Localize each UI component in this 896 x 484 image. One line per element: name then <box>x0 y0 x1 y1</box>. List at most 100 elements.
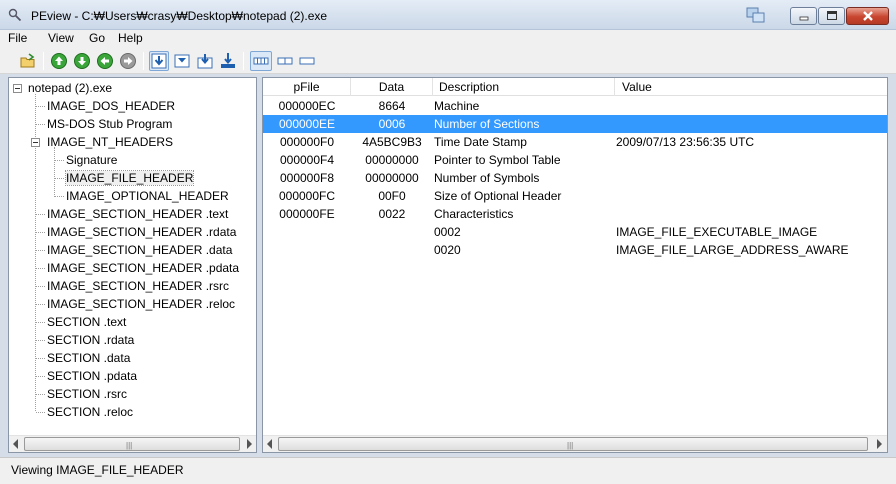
table-row[interactable]: 000000F4 00000000 Pointer to Symbol Table <box>263 151 887 169</box>
menu-go[interactable]: Go <box>89 31 105 45</box>
cell-description: Time Date Stamp <box>434 135 527 149</box>
table-row[interactable]: 000000FE 0022 Characteristics <box>263 205 887 223</box>
table-row[interactable]: 000000FC 00F0 Size of Optional Header <box>263 187 887 205</box>
cell-description: Characteristics <box>434 207 514 221</box>
word-view-button[interactable] <box>276 52 294 70</box>
cell-data: 0006 <box>378 117 406 131</box>
column-header-data[interactable]: Data <box>351 78 433 96</box>
cell-data: 0022 <box>378 207 406 221</box>
tree-scroll-thumb[interactable]: ||| <box>24 437 240 451</box>
menu-file[interactable]: File <box>8 31 27 45</box>
tree-item[interactable]: SECTION .pdata <box>47 367 137 385</box>
table-row[interactable]: 000000EC 8664 Machine <box>263 97 887 115</box>
close-icon <box>862 11 873 21</box>
cell-value: IMAGE_FILE_LARGE_ADDRESS_AWARE <box>616 243 849 257</box>
view-down-button[interactable] <box>149 51 169 71</box>
tree-item[interactable]: IMAGE_SECTION_HEADER .reloc <box>47 295 235 313</box>
open-button[interactable] <box>19 52 37 70</box>
tree-item[interactable]: IMAGE_FILE_HEADER <box>64 169 195 187</box>
minimize-button[interactable] <box>790 7 817 25</box>
cell-description: 0002 <box>434 225 461 239</box>
window-title: PEview - C:₩Users₩crasy₩Desktop₩notepad … <box>31 9 328 23</box>
tree-pane[interactable]: notepad (2).exe IMAGE_DOS_HEADER MS-DOS S… <box>8 77 257 453</box>
column-header-description[interactable]: Description <box>433 78 615 96</box>
tree-item[interactable]: IMAGE_SECTION_HEADER .data <box>47 241 232 259</box>
menu-view[interactable]: View <box>48 31 74 45</box>
detail-pane[interactable]: pFile Data Description Value 000000EC 866… <box>262 77 888 453</box>
menu-help[interactable]: Help <box>118 31 143 45</box>
view-next-button[interactable] <box>173 52 191 70</box>
detail-scroll-thumb[interactable]: ||| <box>278 437 868 451</box>
view-prev-button[interactable] <box>196 52 214 70</box>
scroll-left-icon[interactable] <box>267 439 272 449</box>
tree-item[interactable]: SECTION .rdata <box>47 331 134 349</box>
cell-pfile: 000000F8 <box>279 171 335 185</box>
view-bottom-button[interactable] <box>219 52 237 70</box>
tree-item[interactable]: IMAGE_SECTION_HEADER .rdata <box>47 223 236 241</box>
tree-item[interactable]: SECTION .text <box>47 313 126 331</box>
table-row[interactable]: 000000F8 00000000 Number of Symbols <box>263 169 887 187</box>
cell-data: 00000000 <box>365 153 419 167</box>
view-next-icon <box>174 54 190 68</box>
back-button[interactable] <box>96 52 114 70</box>
tree-item[interactable]: SECTION .reloc <box>47 403 133 421</box>
maximize-button[interactable] <box>818 7 845 25</box>
down-button[interactable] <box>73 52 91 70</box>
tree-item[interactable]: IMAGE_SECTION_HEADER .rsrc <box>47 277 229 295</box>
tree-item-label: IMAGE_SECTION_HEADER .data <box>47 243 233 257</box>
detail-hscrollbar[interactable]: ||| <box>263 435 887 452</box>
tree-item[interactable]: IMAGE_SECTION_HEADER .pdata <box>47 259 239 277</box>
table-row[interactable]: 0002 IMAGE_FILE_EXECUTABLE_IMAGE <box>263 223 887 241</box>
tree-item[interactable]: SECTION .data <box>47 349 130 367</box>
table-row[interactable]: 0020 IMAGE_FILE_LARGE_ADDRESS_AWARE <box>263 241 887 259</box>
tree-item-label: SECTION .rsrc <box>47 387 127 401</box>
cell-pfile: 000000FE <box>279 207 335 221</box>
scroll-right-icon[interactable] <box>247 439 252 449</box>
forward-button[interactable] <box>119 52 137 70</box>
up-button[interactable] <box>50 52 68 70</box>
tree-root[interactable]: notepad (2).exe <box>28 79 112 97</box>
maximize-icon <box>826 11 837 20</box>
table-row[interactable]: 000000EE 0006 Number of Sections <box>263 115 887 133</box>
tree-item[interactable]: IMAGE_DOS_HEADER <box>47 97 175 115</box>
tree-item[interactable]: MS-DOS Stub Program <box>47 115 172 133</box>
cell-data: 00000000 <box>365 171 419 185</box>
tree-item-label: MS-DOS Stub Program <box>47 117 173 131</box>
status-bar: Viewing IMAGE_FILE_HEADER <box>0 457 896 484</box>
tree-item-label: IMAGE_OPTIONAL_HEADER <box>66 189 229 203</box>
column-header-pfile[interactable]: pFile <box>263 78 351 96</box>
tree-item-label: SECTION .data <box>47 351 131 365</box>
tree-item[interactable]: IMAGE_NT_HEADERS <box>47 133 173 151</box>
tree-item-label: IMAGE_SECTION_HEADER .pdata <box>47 261 240 275</box>
cell-description: Number of Sections <box>434 117 540 131</box>
tree-item-label: SECTION .pdata <box>47 369 138 383</box>
window-layout-icon[interactable] <box>744 5 768 25</box>
scroll-right-icon[interactable] <box>877 439 882 449</box>
collapse-icon[interactable] <box>31 138 40 147</box>
dword-view-button[interactable] <box>298 52 316 70</box>
byte-view-button[interactable] <box>250 51 272 71</box>
table-row[interactable]: 000000F0 4A5BC9B3 Time Date Stamp 2009/07/1… <box>263 133 887 151</box>
tree-item-label: IMAGE_DOS_HEADER <box>47 99 176 113</box>
cell-data: 8664 <box>378 99 406 113</box>
tree-item[interactable]: Signature <box>66 151 117 169</box>
collapse-icon[interactable] <box>13 84 22 93</box>
cell-value: IMAGE_FILE_EXECUTABLE_IMAGE <box>616 225 818 239</box>
tree-root-label: notepad (2).exe <box>28 81 113 95</box>
column-header-value[interactable]: Value <box>615 78 887 96</box>
title-bar[interactable]: PEview - C:₩Users₩crasy₩Desktop₩notepad … <box>0 0 896 30</box>
scroll-left-icon[interactable] <box>13 439 18 449</box>
close-button[interactable] <box>846 7 889 25</box>
tree-item[interactable]: SECTION .rsrc <box>47 385 127 403</box>
tree-item[interactable]: IMAGE_SECTION_HEADER .text <box>47 205 228 223</box>
tree-item[interactable]: IMAGE_OPTIONAL_HEADER <box>66 187 229 205</box>
status-text: Viewing IMAGE_FILE_HEADER <box>11 463 184 477</box>
tree-hscrollbar[interactable]: ||| <box>9 435 256 452</box>
cell-pfile: 000000F4 <box>279 153 335 167</box>
tree-item-label: IMAGE_SECTION_HEADER .reloc <box>47 297 236 311</box>
tree-item-label: IMAGE_SECTION_HEADER .rsrc <box>47 279 230 293</box>
forward-icon <box>120 53 136 69</box>
toolbar <box>0 48 896 74</box>
cell-description: Pointer to Symbol Table <box>434 153 561 167</box>
cell-description: Size of Optional Header <box>434 189 562 203</box>
